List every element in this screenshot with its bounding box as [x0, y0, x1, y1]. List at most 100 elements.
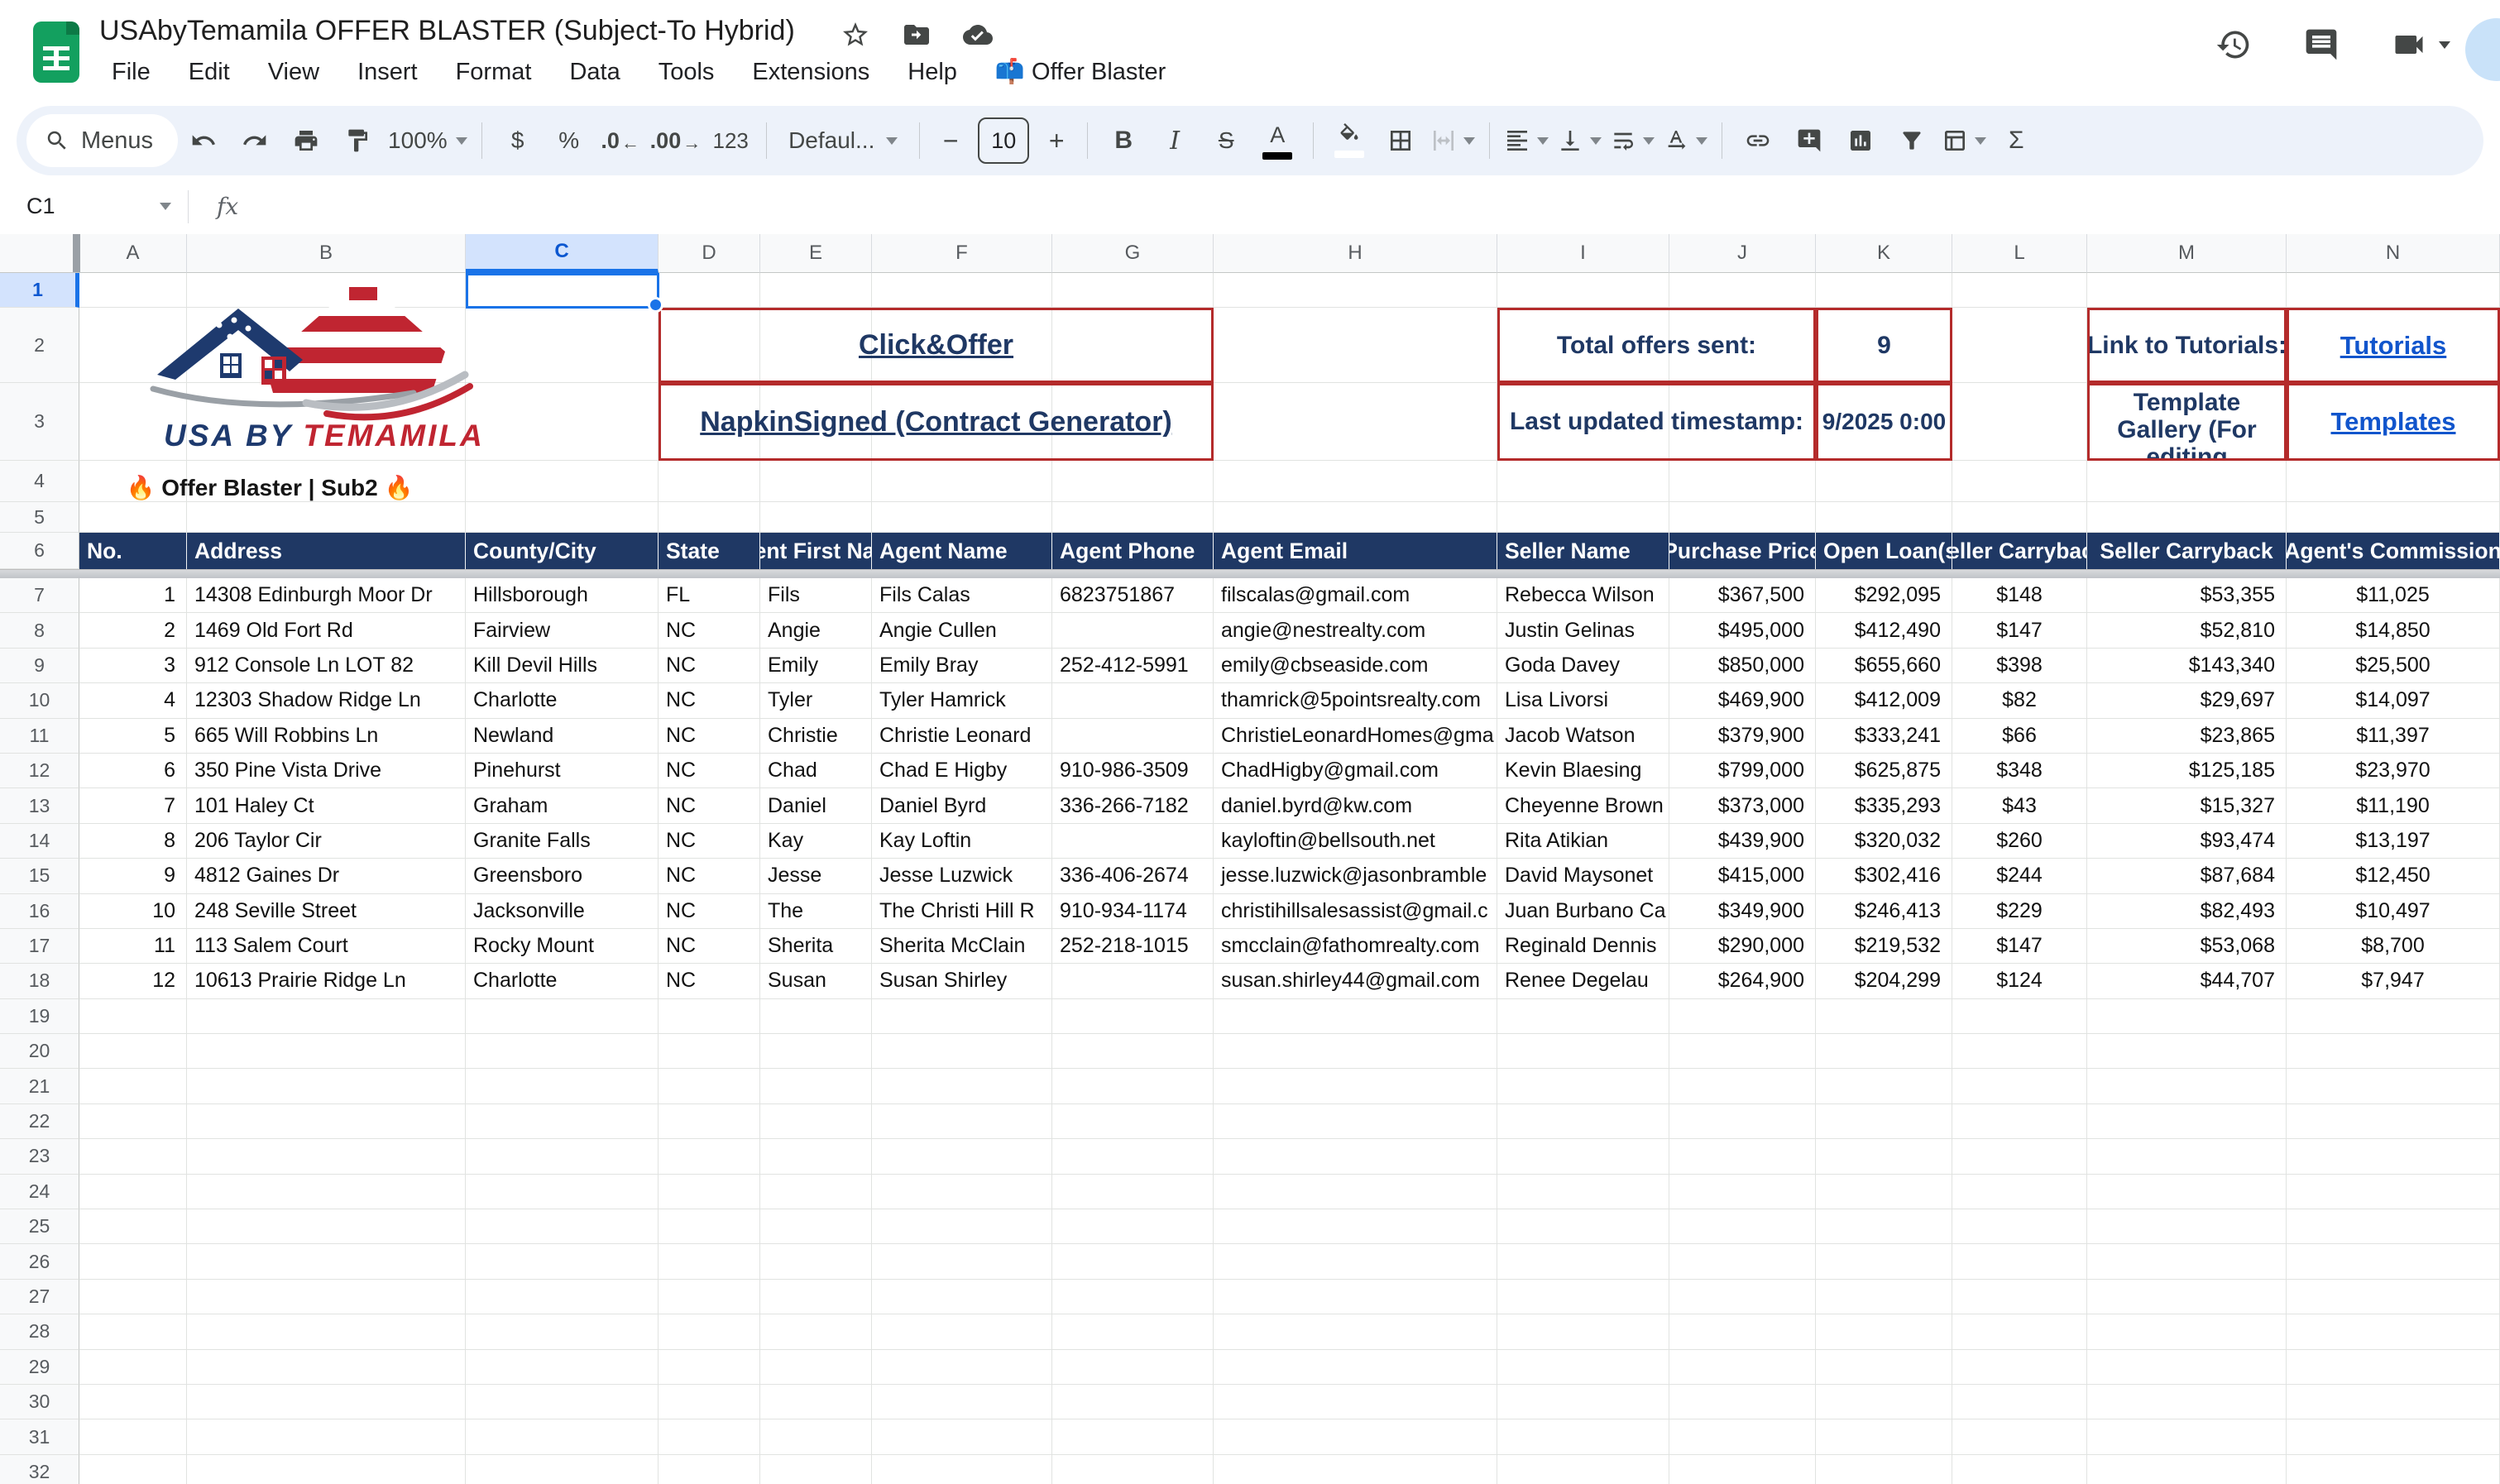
column-header-C[interactable]: C — [466, 234, 659, 273]
cell[interactable] — [1214, 1455, 1497, 1484]
cell[interactable] — [466, 1455, 659, 1484]
cell[interactable] — [466, 1350, 659, 1385]
table-header-cell[interactable]: State — [659, 533, 760, 569]
cell[interactable] — [760, 1385, 872, 1419]
row-header-29[interactable]: 29 — [0, 1350, 79, 1385]
table-row-cell[interactable]: $10,497 — [2287, 894, 2500, 929]
total-offers-label-cell[interactable]: Total offers sent: — [1497, 308, 1816, 383]
table-row-cell[interactable]: Fairview — [466, 613, 659, 648]
column-header-A[interactable]: A — [79, 234, 187, 273]
cell[interactable] — [2287, 1034, 2500, 1069]
cell[interactable] — [79, 1280, 187, 1314]
table-row-cell[interactable]: daniel.byrd@kw.com — [1214, 788, 1497, 823]
cell[interactable] — [2087, 1455, 2287, 1484]
decrease-font-size-button[interactable]: − — [934, 117, 967, 164]
cell[interactable] — [1497, 273, 1669, 308]
cell[interactable] — [1052, 1104, 1214, 1139]
row-header-21[interactable]: 21 — [0, 1069, 79, 1103]
table-row-cell[interactable]: Susan — [760, 964, 872, 998]
cell[interactable] — [1214, 1385, 1497, 1419]
cell[interactable] — [1952, 1455, 2087, 1484]
cell[interactable] — [760, 1419, 872, 1454]
cell[interactable] — [79, 1034, 187, 1069]
column-header-G[interactable]: G — [1052, 234, 1214, 273]
row-header-16[interactable]: 16 — [0, 894, 79, 929]
table-header-cell[interactable]: Open Loan(s) — [1816, 533, 1952, 569]
table-row-cell[interactable]: $11,025 — [2287, 578, 2500, 613]
cell[interactable] — [2287, 461, 2500, 502]
cell[interactable] — [1816, 1314, 1952, 1349]
row-header-4[interactable]: 4 — [0, 461, 79, 502]
cell[interactable] — [760, 461, 872, 502]
table-row-cell[interactable]: Rocky Mount — [466, 929, 659, 964]
cell[interactable] — [760, 273, 872, 308]
cell[interactable] — [2287, 1419, 2500, 1454]
napkinsigned-link-cell[interactable]: NapkinSigned (Contract Generator) — [659, 383, 1214, 461]
table-row-cell[interactable]: Jesse — [760, 859, 872, 893]
row-header-25[interactable]: 25 — [0, 1209, 79, 1244]
cell[interactable] — [760, 1209, 872, 1244]
cell[interactable] — [1952, 1139, 2087, 1174]
table-row-cell[interactable] — [1052, 824, 1214, 859]
table-row-cell[interactable]: $349,900 — [1669, 894, 1816, 929]
column-header-B[interactable]: B — [187, 234, 466, 273]
cell[interactable] — [872, 1314, 1052, 1349]
table-row-cell[interactable]: Kill Devil Hills — [466, 649, 659, 683]
table-row-cell[interactable]: Greensboro — [466, 859, 659, 893]
cell[interactable] — [872, 1244, 1052, 1279]
cell[interactable] — [1952, 308, 2087, 383]
row-header-20[interactable]: 20 — [0, 1034, 79, 1069]
cell[interactable] — [659, 1385, 760, 1419]
table-row-cell[interactable]: Daniel — [760, 788, 872, 823]
cell[interactable] — [187, 1069, 466, 1103]
table-row-cell[interactable]: Jacob Watson — [1497, 719, 1669, 754]
table-row-cell[interactable]: NC — [659, 929, 760, 964]
cell[interactable] — [187, 1034, 466, 1069]
zoom-select[interactable]: 100% — [388, 117, 467, 164]
cell[interactable] — [760, 999, 872, 1034]
cell[interactable] — [79, 1069, 187, 1103]
row-header-9[interactable]: 9 — [0, 649, 79, 683]
menu-format[interactable]: Format — [437, 52, 551, 93]
table-row-cell[interactable]: $23,970 — [2287, 754, 2500, 788]
cell[interactable] — [1816, 1034, 1952, 1069]
cell[interactable] — [872, 461, 1052, 502]
table-row-cell[interactable]: $412,009 — [1816, 683, 1952, 718]
selected-cell-c1[interactable] — [466, 273, 659, 309]
row-header-32[interactable]: 32 — [0, 1455, 79, 1484]
cell[interactable] — [1214, 1350, 1497, 1385]
table-row-cell[interactable]: $66 — [1952, 719, 2087, 754]
cell[interactable] — [79, 1455, 187, 1484]
account-avatar[interactable] — [2465, 18, 2500, 81]
cell[interactable] — [1816, 1139, 1952, 1174]
text-wrap-button[interactable] — [1610, 117, 1655, 164]
cell[interactable] — [79, 383, 187, 461]
table-row-cell[interactable]: FL — [659, 578, 760, 613]
cell[interactable] — [1214, 1244, 1497, 1279]
table-row-cell[interactable]: Fils — [760, 578, 872, 613]
increase-decimal-button[interactable]: .00→ — [650, 117, 702, 164]
print-button[interactable] — [285, 117, 328, 164]
row-header-1[interactable]: 1 — [0, 273, 79, 308]
cell[interactable] — [1669, 502, 1816, 533]
cell[interactable] — [466, 999, 659, 1034]
cell[interactable] — [1052, 999, 1214, 1034]
cell[interactable] — [659, 1139, 760, 1174]
cell[interactable] — [1952, 1244, 2087, 1279]
cell[interactable] — [466, 461, 659, 502]
column-header-N[interactable]: N — [2287, 234, 2500, 273]
cell[interactable] — [466, 1244, 659, 1279]
table-row-cell[interactable]: $12,450 — [2287, 859, 2500, 893]
row-header-17[interactable]: 17 — [0, 929, 79, 964]
vertical-align-button[interactable] — [1557, 117, 1602, 164]
tutorials-label-cell[interactable]: Link to Tutorials: — [2087, 308, 2287, 383]
timestamp-value-cell[interactable]: 9/2025 0:00 — [1816, 383, 1952, 461]
cell[interactable] — [1952, 1104, 2087, 1139]
cell[interactable] — [187, 273, 466, 308]
cell[interactable] — [1497, 1175, 1669, 1209]
cloud-saved-icon[interactable] — [963, 20, 993, 50]
format-currency-button[interactable]: $ — [496, 117, 539, 164]
cell[interactable] — [466, 1034, 659, 1069]
table-row-cell[interactable]: $335,293 — [1816, 788, 1952, 823]
cell[interactable] — [2087, 1280, 2287, 1314]
